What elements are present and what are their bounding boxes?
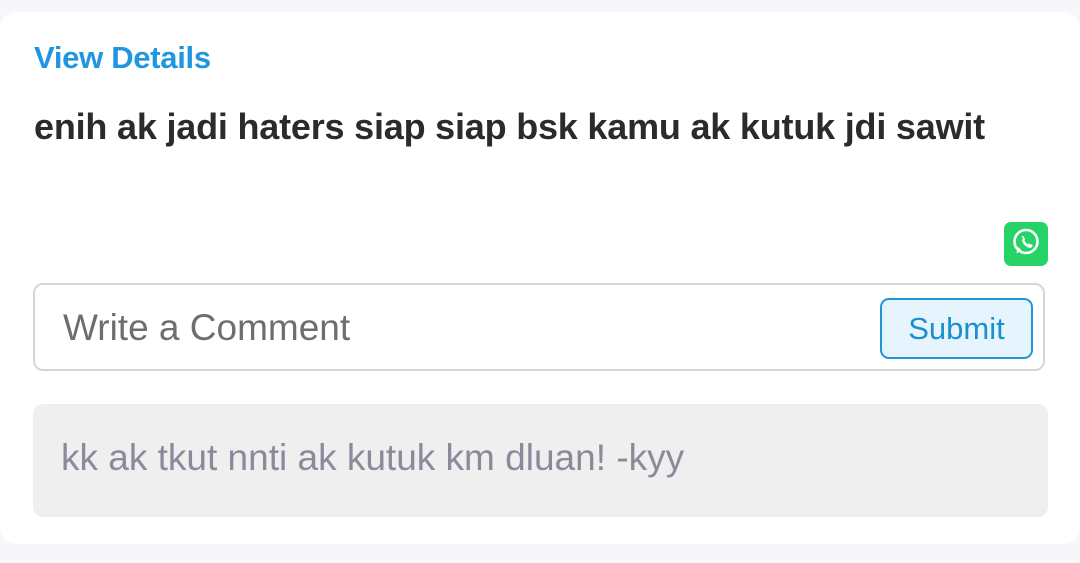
whatsapp-share-button[interactable] [1004, 222, 1048, 266]
reply-bubble: kk ak tkut nnti ak kutuk km dluan! -kyy [33, 404, 1048, 517]
comment-input[interactable] [63, 303, 863, 353]
comment-form: Submit [33, 283, 1045, 371]
post-message: enih ak jadi haters siap siap bsk kamu a… [34, 106, 985, 147]
view-details-link[interactable]: View Details [34, 40, 211, 76]
reply-text: kk ak tkut nnti ak kutuk km dluan! -kyy [61, 437, 685, 478]
whatsapp-icon [1010, 226, 1042, 263]
post-card: View Details enih ak jadi haters siap si… [0, 12, 1080, 544]
submit-button[interactable]: Submit [880, 298, 1033, 359]
